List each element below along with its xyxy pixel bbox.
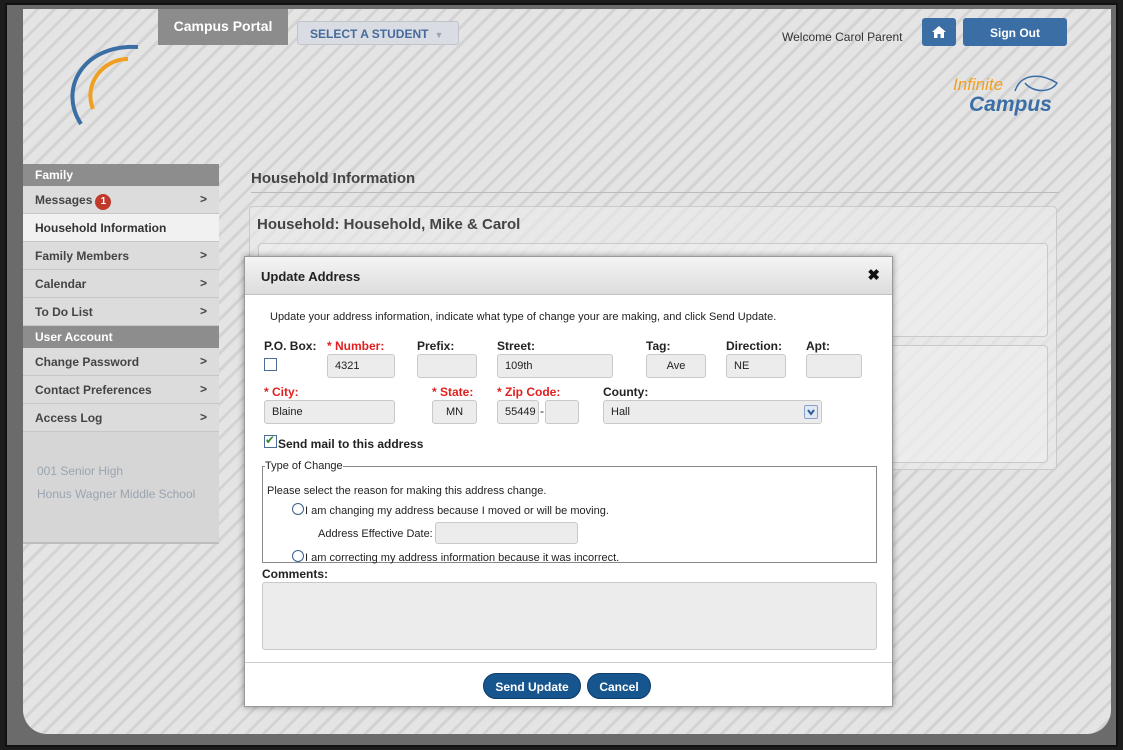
dropdown-button <box>804 405 818 419</box>
infinite-campus-logo: Infinite Campus <box>953 69 1078 129</box>
send-update-button[interactable]: Send Update <box>483 673 581 699</box>
select-student-dropdown[interactable]: SELECT A STUDENT ▼ <box>297 21 459 45</box>
county-select[interactable]: Hall <box>603 400 822 424</box>
dialog-title: Update Address <box>261 269 361 284</box>
title-divider <box>251 192 1059 193</box>
campus-logo-arc <box>70 44 139 126</box>
street-input[interactable]: 109th <box>497 354 613 378</box>
welcome-text: Welcome Carol Parent <box>782 30 903 44</box>
chevron-down-icon <box>807 409 815 416</box>
dialog-instructions: Update your address information, indicat… <box>270 311 777 323</box>
messages-count-badge: 1 <box>95 194 112 210</box>
street-label: Street: <box>497 339 536 353</box>
number-input[interactable]: 4321 <box>327 354 395 378</box>
sidebar-item-label: Contact Preferences <box>35 383 152 397</box>
chevron-right-icon: > <box>199 354 207 368</box>
sidebar-item-label: Access Log <box>35 411 103 425</box>
sidebar-item-todo-list[interactable]: To Do List > <box>23 298 219 326</box>
type-of-change-prompt: Please select the reason for making this… <box>267 485 547 497</box>
chevron-right-icon: > <box>199 276 207 290</box>
effective-date-input[interactable] <box>435 522 578 544</box>
sidebar-head-family: Family <box>23 164 219 186</box>
school-link[interactable]: Honus Wagner Middle School <box>37 487 219 502</box>
state-input[interactable]: MN <box>432 400 477 424</box>
number-label: * Number: <box>327 339 385 353</box>
sidebar-item-access-log[interactable]: Access Log > <box>23 404 219 432</box>
update-address-dialog: Update Address ✖ Update your address inf… <box>244 256 893 707</box>
chevron-right-icon: > <box>199 192 207 206</box>
browser-frame: Campus Portal SELECT A STUDENT ▼ Welcome … <box>5 3 1118 747</box>
zip-extension-input[interactable] <box>545 400 579 424</box>
chevron-right-icon: > <box>199 410 207 424</box>
sidebar-item-family-members[interactable]: Family Members > <box>23 242 219 270</box>
sidebar-head-user-account: User Account <box>23 326 219 348</box>
tag-label: Tag: <box>646 339 671 353</box>
sidebar-item-label: Messages <box>35 193 93 207</box>
school-link[interactable]: 001 Senior High <box>37 464 219 479</box>
select-student-label: SELECT A STUDENT <box>310 27 429 41</box>
dialog-footer-divider <box>245 662 892 663</box>
city-label: * City: <box>264 385 299 399</box>
correcting-radio[interactable] <box>292 550 304 562</box>
sidebar: Family Messages 1 > Household Information… <box>23 164 219 544</box>
chevron-right-icon: > <box>199 304 207 318</box>
moving-radio[interactable] <box>292 503 304 515</box>
sidebar-item-messages[interactable]: Messages 1 > <box>23 186 219 214</box>
apt-input[interactable] <box>806 354 862 378</box>
state-label: * State: <box>432 385 474 399</box>
campus-portal-tab: Campus Portal <box>158 9 288 45</box>
sign-out-button[interactable]: Sign Out <box>963 18 1067 46</box>
zip-code-label: * Zip Code: <box>497 385 561 399</box>
logo-line1: Infinite <box>953 75 1004 94</box>
logo-line2: Campus <box>969 93 1052 116</box>
send-mail-label: Send mail to this address <box>278 437 424 451</box>
sidebar-item-label: Family Members <box>35 249 130 263</box>
close-icon[interactable]: ✖ <box>867 266 880 284</box>
type-of-change-legend: Type of Change <box>265 460 343 472</box>
sidebar-item-contact-preferences[interactable]: Contact Preferences > <box>23 376 219 404</box>
page-title: Household Information <box>251 170 416 187</box>
chevron-right-icon: > <box>199 248 207 262</box>
po-box-label: P.O. Box: <box>264 339 317 353</box>
correcting-option-label: I am correcting my address information b… <box>305 552 620 564</box>
cancel-button[interactable]: Cancel <box>587 673 651 699</box>
prefix-input[interactable] <box>417 354 477 378</box>
comments-textarea[interactable] <box>262 582 877 650</box>
sidebar-item-label: To Do List <box>35 305 93 319</box>
moving-option-label: I am changing my address because I moved… <box>305 505 609 517</box>
sidebar-item-household-information[interactable]: Household Information <box>23 214 219 242</box>
home-icon <box>932 26 946 38</box>
home-button[interactable] <box>922 18 956 46</box>
direction-label: Direction: <box>726 339 783 353</box>
sidebar-item-label: Calendar <box>35 277 87 291</box>
type-of-change-group: Type of Change Please select the reason … <box>262 460 877 564</box>
apt-label: Apt: <box>806 339 830 353</box>
dialog-header: Update Address ✖ <box>245 257 892 295</box>
tag-input[interactable]: Ave <box>646 354 706 378</box>
chevron-right-icon: > <box>199 382 207 396</box>
po-box-checkbox[interactable] <box>264 358 277 371</box>
sidebar-item-calendar[interactable]: Calendar > <box>23 270 219 298</box>
chevron-down-icon: ▼ <box>434 30 444 40</box>
send-mail-checkbox[interactable] <box>264 433 277 448</box>
county-label: County: <box>603 385 649 399</box>
sidebar-item-label: Change Password <box>35 355 140 369</box>
household-title: Household: Household, Mike & Carol <box>257 216 521 233</box>
city-input[interactable]: Blaine <box>264 400 395 424</box>
portal-page: Campus Portal SELECT A STUDENT ▼ Welcome … <box>23 9 1111 734</box>
direction-input[interactable]: NE <box>726 354 786 378</box>
zip-code-input[interactable]: 55449 <box>497 400 539 424</box>
county-selected-value: Hall <box>611 406 630 418</box>
school-list: 001 Senior High Honus Wagner Middle Scho… <box>23 432 219 544</box>
zip-dash: - <box>540 404 544 418</box>
comments-label: Comments: <box>262 567 329 581</box>
sidebar-item-change-password[interactable]: Change Password > <box>23 348 219 376</box>
effective-date-label: Address Effective Date: <box>318 528 433 540</box>
prefix-label: Prefix: <box>417 339 455 353</box>
